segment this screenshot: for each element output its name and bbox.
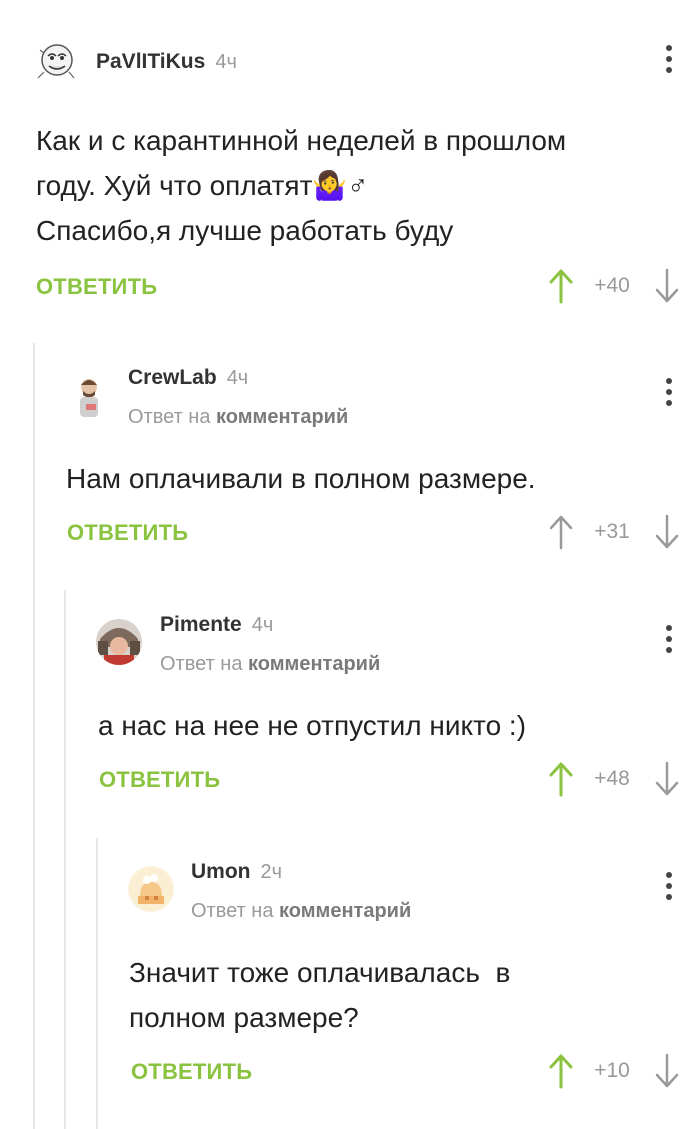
avatar[interactable] xyxy=(128,866,174,912)
reply-button[interactable]: ОТВЕТИТЬ xyxy=(36,274,157,300)
thread-line-level-3 xyxy=(96,838,98,1129)
avatar[interactable] xyxy=(96,619,142,665)
upvote-arrow-icon[interactable] xyxy=(548,1053,574,1089)
more-menu-icon[interactable] xyxy=(664,45,674,79)
author-name[interactable]: CrewLab 4ч xyxy=(128,366,248,390)
user-avatar-icon xyxy=(96,619,142,665)
more-menu-icon[interactable] xyxy=(664,872,674,906)
user-avatar-icon xyxy=(66,372,112,418)
thread-line-level-1 xyxy=(33,343,35,1129)
rating-count: +31 xyxy=(594,520,630,543)
avatar[interactable] xyxy=(66,372,112,418)
thread-line-level-2 xyxy=(64,590,66,1129)
reply-button[interactable]: ОТВЕТИТЬ xyxy=(99,767,220,793)
comment-text-line: Спасибо,я лучше работать буду xyxy=(36,215,454,246)
downvote-arrow-icon[interactable] xyxy=(654,1053,680,1089)
comment-text-line: Как и с карантинной неделей в прошлом xyxy=(36,125,567,156)
comment-text-line: полном размере? xyxy=(129,1002,359,1033)
vote-block: +10 xyxy=(540,1051,680,1091)
author-name[interactable]: Umon 2ч xyxy=(191,860,282,884)
downvote-arrow-icon[interactable] xyxy=(654,514,680,550)
vote-block: +31 xyxy=(540,512,680,552)
comment-text-line: Значит тоже оплачивалась в xyxy=(129,957,511,988)
comment-time: 4ч xyxy=(251,614,274,636)
reply-button[interactable]: ОТВЕТИТЬ xyxy=(67,520,188,546)
comment-text: Нам оплачивали в полном размере. xyxy=(66,456,536,501)
author-name[interactable]: Pimente 4ч xyxy=(160,613,273,637)
comment-text: Значит тоже оплачивалась в полном размер… xyxy=(129,950,510,1040)
more-menu-icon[interactable] xyxy=(664,378,674,412)
comment-text-line: году. Хуй что оплатят🤷‍♀️♂ xyxy=(36,170,369,201)
reply-button[interactable]: ОТВЕТИТЬ xyxy=(131,1059,252,1085)
comment-time: 2ч xyxy=(260,861,283,883)
reply-to-link[interactable]: Ответ на комментарий xyxy=(160,653,380,676)
vote-block: +48 xyxy=(540,759,680,799)
downvote-arrow-icon[interactable] xyxy=(654,761,680,797)
upvote-arrow-icon[interactable] xyxy=(548,514,574,550)
downvote-arrow-icon[interactable] xyxy=(654,268,680,304)
rating-count: +10 xyxy=(594,1059,630,1082)
more-menu-icon[interactable] xyxy=(664,625,674,659)
avatar[interactable] xyxy=(34,38,80,84)
meme-face-icon xyxy=(34,38,80,84)
comment-text: а нас на нее не отпустил никто :) xyxy=(98,703,526,748)
reply-to-link[interactable]: Ответ на комментарий xyxy=(128,406,348,429)
comment-time: 4ч xyxy=(215,51,237,73)
author-name[interactable]: PaVlITiKus 4ч xyxy=(96,50,237,74)
user-avatar-icon xyxy=(128,866,174,912)
upvote-arrow-icon[interactable] xyxy=(548,761,574,797)
rating-count: +48 xyxy=(594,767,630,790)
comment-text-line: Нам оплачивали в полном размере. xyxy=(66,463,536,494)
upvote-arrow-icon[interactable] xyxy=(548,268,574,304)
reply-to-link[interactable]: Ответ на комментарий xyxy=(191,900,411,923)
comment-text-line: а нас на нее не отпустил никто :) xyxy=(98,710,527,741)
rating-count: +40 xyxy=(594,274,630,297)
comment-time: 4ч xyxy=(226,367,249,389)
comment-text: Как и с карантинной неделей в прошлом го… xyxy=(36,118,566,253)
vote-block: +40 xyxy=(540,266,680,306)
